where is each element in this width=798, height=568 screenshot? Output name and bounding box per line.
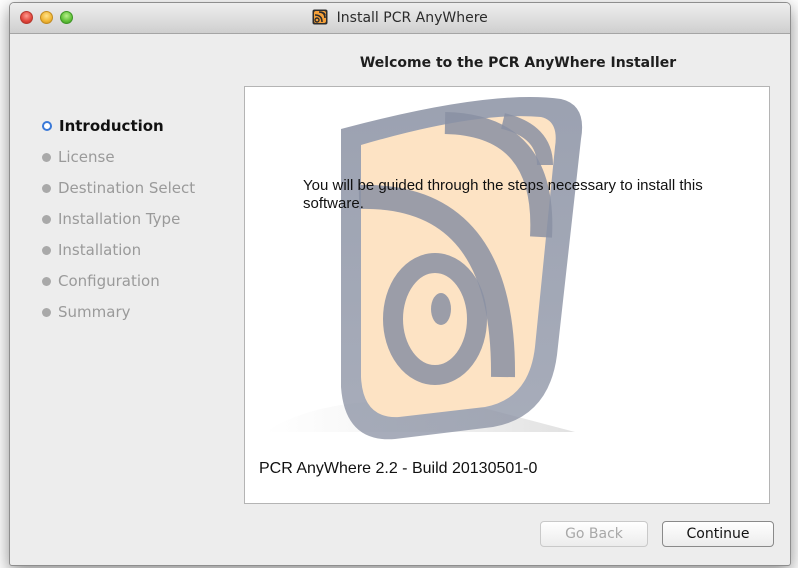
step-bullet-icon [42, 308, 51, 317]
step-summary: Summary [42, 301, 195, 332]
step-bullet-icon [42, 215, 51, 224]
continue-button[interactable]: Continue [662, 521, 774, 547]
active-step-bullet-icon [42, 121, 52, 131]
step-destination-select: Destination Select [42, 177, 195, 208]
step-label: Installation Type [58, 210, 181, 228]
build-info: PCR AnyWhere 2.2 - Build 20130501-0 [259, 460, 538, 477]
step-label: Installation [58, 241, 142, 259]
window-title: Install PCR AnyWhere [336, 10, 488, 26]
step-introduction: Introduction [42, 115, 195, 146]
content-panel: You will be guided through the steps nec… [244, 86, 770, 504]
step-label: Summary [58, 303, 131, 321]
window-title-area: Install PCR AnyWhere [10, 9, 790, 26]
step-installation-type: Installation Type [42, 208, 195, 239]
intro-text: You will be guided through the steps nec… [303, 177, 703, 212]
pcr-anywhere-watermark-icon [265, 97, 583, 440]
step-bullet-icon [42, 153, 51, 162]
step-label: Configuration [58, 272, 160, 290]
step-list: Introduction License Destination Select Ins… [42, 115, 195, 332]
title-bar[interactable]: Install PCR AnyWhere [10, 3, 790, 34]
step-bullet-icon [42, 246, 51, 255]
welcome-heading: Welcome to the PCR AnyWhere Installer [359, 55, 677, 71]
step-bullet-icon [42, 184, 51, 193]
step-label: Introduction [59, 117, 164, 135]
step-label: Destination Select [58, 179, 196, 197]
installer-window: Install PCR AnyWhere Welcome to the PCR … [9, 2, 791, 566]
go-back-button[interactable]: Go Back [540, 521, 648, 547]
step-configuration: Configuration [42, 270, 195, 301]
pcr-anywhere-logo-icon [312, 9, 328, 25]
step-license: License [42, 146, 195, 177]
step-label: License [58, 148, 115, 166]
step-bullet-icon [42, 277, 51, 286]
step-installation: Installation [42, 239, 195, 270]
